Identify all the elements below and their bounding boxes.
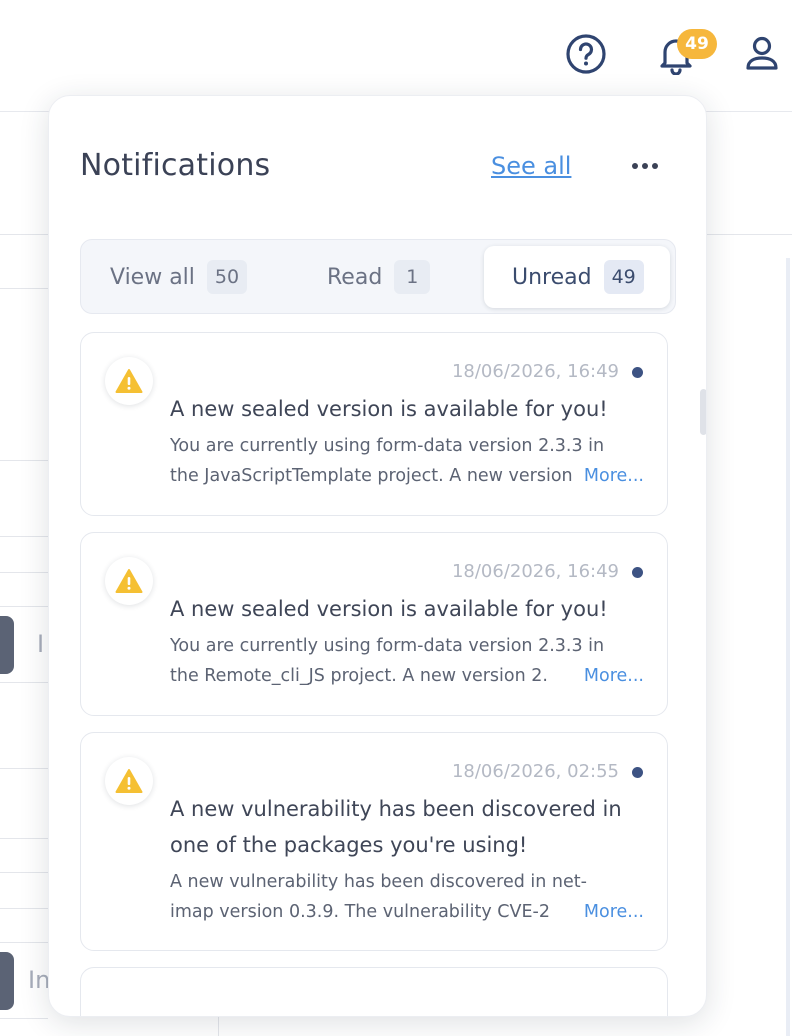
panel-title: Notifications [80, 148, 271, 183]
unread-indicator [632, 367, 643, 378]
notification-list: 18/06/2026, 16:49 A new sealed version i… [80, 332, 668, 1016]
scrollbar-thumb[interactable] [700, 389, 706, 435]
more-link[interactable]: More... [584, 897, 644, 927]
notification-title: A new vulnerability has been discovered … [170, 791, 650, 863]
warning-icon [105, 757, 153, 805]
more-link[interactable]: More... [584, 461, 644, 491]
notification-tabs: View all 50 Read 1 Unread 49 [80, 239, 676, 314]
notification-item[interactable]: 18/06/2026, 02:55 A new vulnerability ha… [80, 732, 668, 951]
notification-timestamp: 18/06/2026, 16:49 [451, 361, 619, 382]
help-circle-icon[interactable] [564, 32, 608, 76]
divider [0, 838, 48, 839]
notification-title: A new sealed version is available for yo… [170, 397, 608, 421]
notification-title-line: one of the packages you're using! [170, 833, 528, 857]
background-text: In [28, 966, 51, 994]
more-options-icon[interactable] [627, 156, 663, 176]
notification-body: You are currently using form-data versio… [170, 631, 644, 691]
divider [218, 1017, 219, 1036]
tab-label: View all [110, 264, 195, 290]
divider [0, 460, 48, 461]
user-icon[interactable] [740, 32, 784, 76]
notification-count-badge: 49 [677, 29, 717, 59]
notification-item[interactable]: 18/06/2026, 16:49 A new sealed version i… [80, 532, 668, 716]
background-text: I [37, 630, 45, 658]
warning-icon [105, 557, 153, 605]
tab-read[interactable]: Read 1 [327, 246, 431, 308]
notifications-panel: Notifications See all View all 50 Read 1… [48, 95, 707, 1017]
notification-body: A new vulnerability has been discovered … [170, 867, 644, 927]
notification-body: You are currently using form-data versio… [170, 431, 644, 491]
divider [0, 288, 48, 289]
notification-body-line: the Remote_cli_JS project. A new version… [170, 666, 548, 686]
notification-body-line: imap version 0.3.9. The vulnerability CV… [170, 902, 550, 922]
notification-body-line: You are currently using form-data versio… [170, 636, 605, 656]
tab-count: 49 [603, 260, 644, 294]
tab-unread[interactable]: Unread 49 [484, 246, 670, 308]
divider [0, 536, 48, 537]
see-all-link[interactable]: See all [491, 152, 571, 180]
background-stripe [786, 258, 790, 1036]
notification-title-line: A new vulnerability has been discovered … [170, 797, 622, 821]
notification-body-line: You are currently using form-data versio… [170, 436, 605, 456]
divider [0, 872, 48, 873]
notification-item[interactable]: 18/06/2026, 16:49 A new sealed version i… [80, 332, 668, 516]
divider [0, 942, 48, 943]
tab-label: Read [327, 264, 383, 290]
notification-body-line: A new vulnerability has been discovered … [170, 872, 587, 892]
unread-indicator [632, 567, 643, 578]
more-link[interactable]: More... [584, 661, 644, 691]
notification-timestamp: 18/06/2026, 02:55 [451, 761, 619, 782]
divider [0, 1018, 48, 1019]
divider [0, 682, 48, 683]
warning-icon [105, 357, 153, 405]
unread-indicator [632, 767, 643, 778]
tab-count: 1 [394, 260, 431, 294]
notification-title: A new sealed version is available for yo… [170, 597, 608, 621]
divider [0, 768, 48, 769]
notification-item[interactable] [80, 967, 668, 1016]
divider [0, 572, 48, 573]
tab-count: 50 [206, 260, 248, 294]
tab-label: Unread [512, 264, 592, 290]
background-button [0, 952, 14, 1010]
divider [0, 908, 48, 909]
notification-timestamp: 18/06/2026, 16:49 [451, 561, 619, 582]
notification-body-line: the JavaScriptTemplate project. A new ve… [170, 466, 573, 486]
background-button [0, 616, 14, 674]
divider [0, 606, 48, 607]
tab-view-all[interactable]: View all 50 [110, 246, 248, 308]
